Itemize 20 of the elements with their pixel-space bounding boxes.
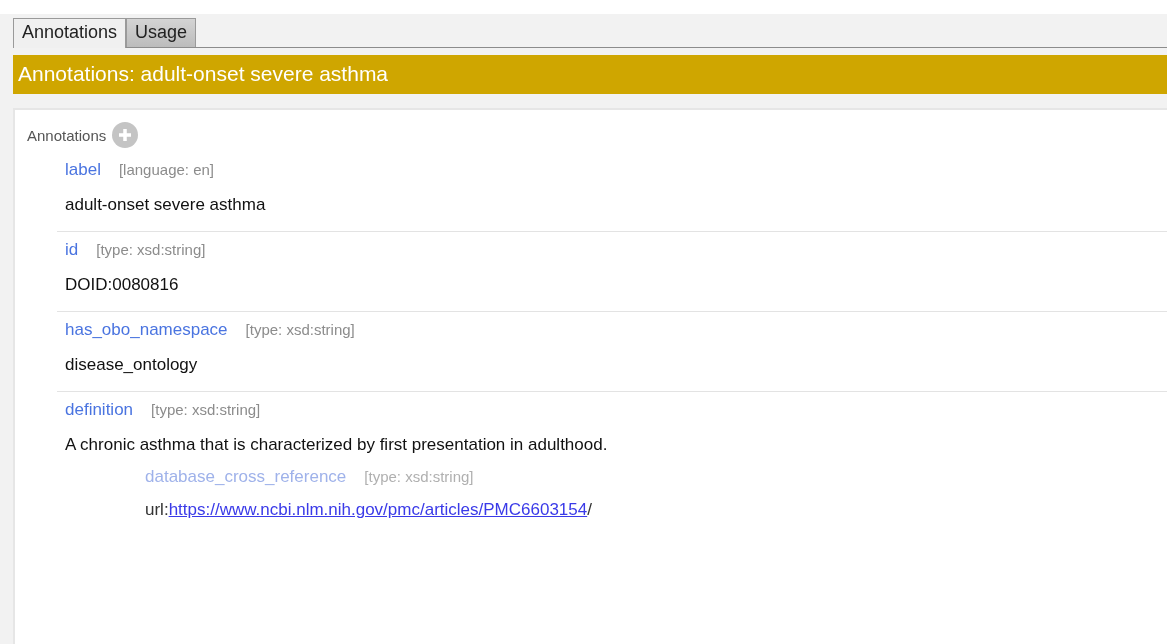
datatype-label: [type: xsd:string] xyxy=(151,401,261,418)
property-name[interactable]: label xyxy=(65,160,101,180)
section-title: Annotations xyxy=(27,126,107,144)
property-name[interactable]: has_obo_namespace xyxy=(65,320,228,340)
add-icon[interactable] xyxy=(112,122,139,148)
tab[interactable]: Annotations xyxy=(13,18,127,48)
annotation-value: A chronic asthma that is characterized by first presentation in adulthood. xyxy=(65,435,609,455)
property-name[interactable]: definition xyxy=(65,400,134,420)
reference-value: url:https://www.ncbi.nlm.nih.gov/pmc/articles/PMC6603154/ xyxy=(145,500,593,520)
tab[interactable]: Usage xyxy=(126,18,197,47)
datatype-label: [type: xsd:string] xyxy=(364,468,474,485)
datatype-label: [language: en] xyxy=(118,161,214,178)
reference-link[interactable]: https://www.ncbi.nlm.nih.gov/pmc/articles/PMC6603154 xyxy=(168,500,588,519)
annotation-value: disease_ontology xyxy=(65,355,199,375)
annotation-value: DOID:0080816 xyxy=(65,275,180,295)
property-name[interactable]: id xyxy=(65,240,79,260)
datatype-label: [type: xsd:string] xyxy=(96,241,206,258)
annotation-value: adult-onset severe asthma xyxy=(65,195,267,215)
datatype-label: [type: xsd:string] xyxy=(245,321,355,338)
header-bar: Annotations: adult-onset severe asthma xyxy=(13,55,1167,94)
